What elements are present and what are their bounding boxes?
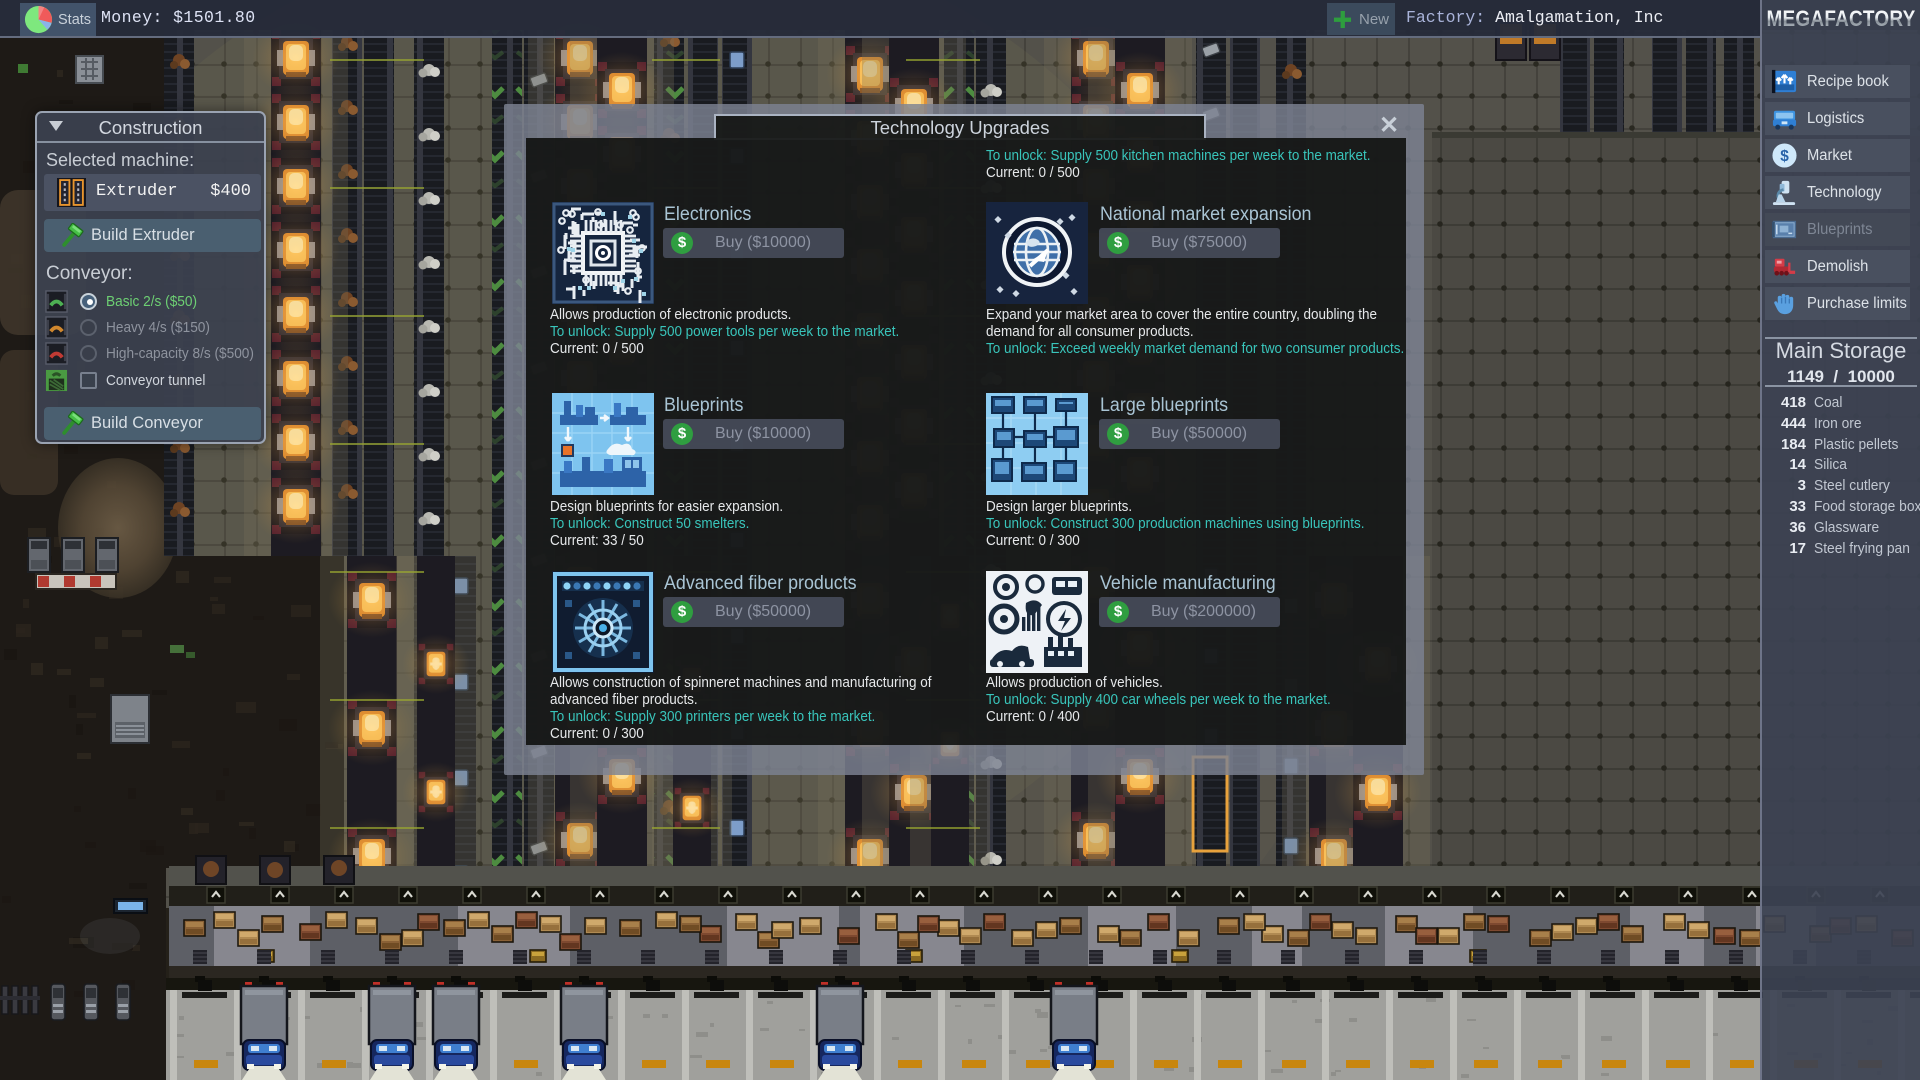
svg-text:$: $ bbox=[1780, 148, 1789, 165]
